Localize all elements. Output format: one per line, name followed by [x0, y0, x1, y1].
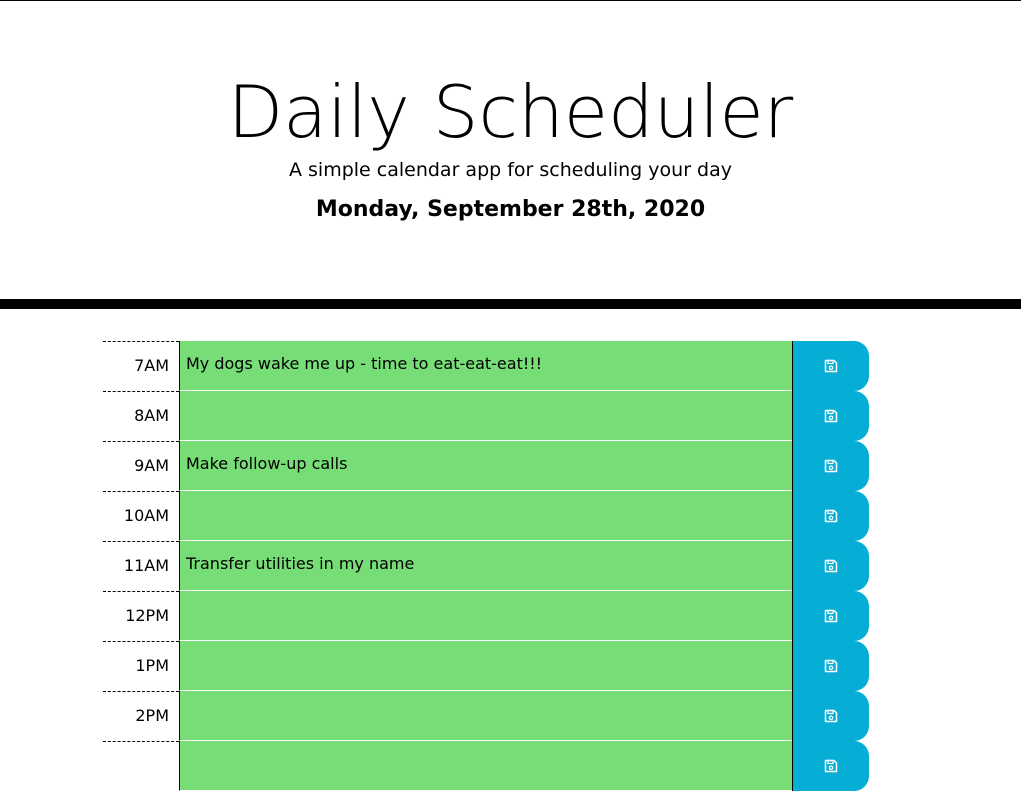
time-block: 9AM Make follow-up calls: [103, 441, 869, 491]
page-title: Daily Scheduler: [227, 70, 794, 154]
time-block: 1PM: [103, 641, 869, 691]
save-icon: [824, 659, 838, 673]
time-block: 7AM My dogs wake me up - time to eat-eat…: [103, 341, 869, 391]
save-button[interactable]: [792, 491, 869, 541]
hour-label: 12PM: [103, 591, 179, 641]
event-description-input[interactable]: [179, 591, 792, 641]
hour-label: 8AM: [103, 391, 179, 441]
time-block: [103, 741, 869, 791]
event-description-input[interactable]: [179, 691, 792, 741]
save-button[interactable]: [792, 741, 869, 791]
save-button[interactable]: [792, 341, 869, 391]
save-icon: [824, 359, 838, 373]
save-icon: [824, 409, 838, 423]
event-description-input[interactable]: Transfer utilities in my name: [179, 541, 792, 591]
event-description-input[interactable]: [179, 491, 792, 541]
hour-label: 1PM: [103, 641, 179, 691]
save-icon: [824, 759, 838, 773]
save-button[interactable]: [792, 391, 869, 441]
hour-label: 10AM: [103, 491, 179, 541]
save-button[interactable]: [792, 441, 869, 491]
hour-label: 7AM: [103, 341, 179, 391]
scheduler-container: 7AM My dogs wake me up - time to eat-eat…: [103, 341, 869, 791]
hour-label: [103, 741, 179, 791]
event-description-input[interactable]: [179, 391, 792, 441]
current-day: Monday, September 28th, 2020: [315, 197, 706, 222]
header: Daily Scheduler A simple calendar app fo…: [0, 1, 1021, 299]
page-subtitle: A simple calendar app for scheduling you…: [288, 159, 732, 181]
hour-label: 11AM: [103, 541, 179, 591]
event-description-input[interactable]: My dogs wake me up - time to eat-eat-eat…: [179, 341, 792, 391]
save-icon: [824, 459, 838, 473]
time-block: 2PM: [103, 691, 869, 741]
save-button[interactable]: [792, 591, 869, 641]
time-block: 12PM: [103, 591, 869, 641]
save-icon: [824, 609, 838, 623]
save-button[interactable]: [792, 641, 869, 691]
save-icon: [824, 709, 838, 723]
event-description-input[interactable]: [179, 641, 792, 691]
save-button[interactable]: [792, 691, 869, 741]
time-block: 8AM: [103, 391, 869, 441]
time-block: 11AM Transfer utilities in my name: [103, 541, 869, 591]
time-block: 10AM: [103, 491, 869, 541]
save-button[interactable]: [792, 541, 869, 591]
save-icon: [824, 509, 838, 523]
hour-label: 2PM: [103, 691, 179, 741]
header-divider: [0, 299, 1021, 309]
save-icon: [824, 559, 838, 573]
event-description-input[interactable]: [179, 741, 792, 791]
hour-label: 9AM: [103, 441, 179, 491]
event-description-input[interactable]: Make follow-up calls: [179, 441, 792, 491]
